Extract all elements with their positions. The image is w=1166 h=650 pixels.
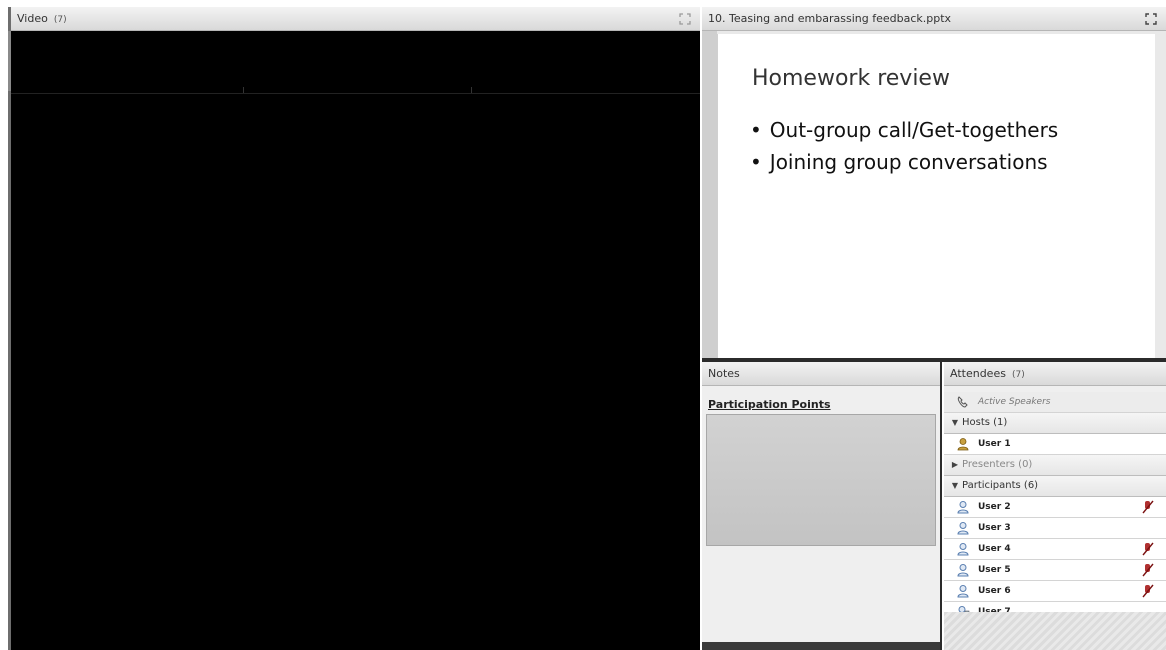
slide-heading: Homework review xyxy=(752,66,950,91)
slide: Homework review Out-group call/Get-toget… xyxy=(717,34,1155,360)
notes-text-area[interactable] xyxy=(706,414,936,546)
attendees-pod-header[interactable]: Attendees (7) xyxy=(944,362,1166,386)
fullscreen-icon[interactable] xyxy=(1144,12,1158,26)
group-presenters[interactable]: ▶ Presenters (0) xyxy=(944,455,1166,476)
mic-muted-icon xyxy=(1142,584,1154,598)
attendee-row[interactable]: User 3 xyxy=(944,518,1166,539)
attendee-list: Active Speakers ▼ Hosts (1) User 1 ▶ Prese… xyxy=(944,392,1166,623)
share-pod-header[interactable]: 10. Teasing and embarassing feedback.ppt… xyxy=(702,7,1166,31)
attendee-name: User 5 xyxy=(978,565,1011,575)
fullscreen-icon[interactable] xyxy=(678,12,692,26)
share-pod-title: 10. Teasing and embarassing feedback.ppt… xyxy=(708,12,952,25)
slide-bullet-list: Out-group call/Get-togethers Joining gro… xyxy=(750,118,1058,182)
attendee-row[interactable]: User 6 xyxy=(944,581,1166,602)
notes-pod: Notes Participation Points xyxy=(702,362,942,650)
attendee-list-empty-area xyxy=(944,612,1166,650)
group-hosts-label: Hosts (1) xyxy=(962,417,1008,428)
user-icon xyxy=(957,564,969,577)
attendee-name: User 3 xyxy=(978,523,1011,533)
video-pod-count: (7) xyxy=(53,15,67,25)
user-icon xyxy=(957,585,969,598)
video-pod-header[interactable]: Video (7) xyxy=(11,7,700,31)
attendee-name: User 4 xyxy=(978,544,1011,554)
share-pod: 10. Teasing and embarassing feedback.ppt… xyxy=(702,7,1166,361)
group-hosts[interactable]: ▼ Hosts (1) xyxy=(944,413,1166,434)
video-pod: Video (7) xyxy=(8,7,700,650)
group-participants[interactable]: ▼ Participants (6) xyxy=(944,476,1166,497)
group-participants-label: Participants (6) xyxy=(962,480,1039,491)
attendee-name: User 1 xyxy=(978,439,1011,449)
mic-muted-icon xyxy=(1142,542,1154,556)
video-tile-separator xyxy=(471,87,472,93)
attendee-name: User 6 xyxy=(978,586,1011,596)
slide-left-bar xyxy=(702,31,717,361)
notes-pod-title: Notes xyxy=(708,367,740,380)
active-speakers-label: Active Speakers xyxy=(978,397,1051,407)
attendee-row[interactable]: User 5 xyxy=(944,560,1166,581)
video-grid xyxy=(11,31,700,94)
slide-bullet: Joining group conversations xyxy=(750,150,1058,174)
attendee-row[interactable]: User 2 xyxy=(944,497,1166,518)
expanded-triangle-icon: ▼ xyxy=(951,418,959,427)
video-pod-title: Video xyxy=(17,12,48,25)
notes-pod-header[interactable]: Notes xyxy=(702,362,940,386)
user-icon xyxy=(957,543,969,556)
notes-bottom-bar xyxy=(702,642,940,650)
host-user-icon xyxy=(957,438,969,451)
mic-muted-icon xyxy=(1142,563,1154,577)
user-icon xyxy=(957,522,969,535)
collapsed-triangle-icon: ▶ xyxy=(951,460,959,469)
phone-speaker-icon xyxy=(957,396,968,408)
expanded-triangle-icon: ▼ xyxy=(951,481,959,490)
attendee-row[interactable]: User 1 xyxy=(944,434,1166,455)
user-icon xyxy=(957,501,969,514)
attendee-name: User 2 xyxy=(978,502,1011,512)
attendees-count: (7) xyxy=(1011,370,1025,380)
notes-heading: Participation Points xyxy=(708,398,831,411)
video-tile-separator xyxy=(243,87,244,93)
attendee-row[interactable]: User 4 xyxy=(944,539,1166,560)
group-presenters-label: Presenters (0) xyxy=(962,459,1033,470)
attendees-pod-title: Attendees xyxy=(950,367,1006,380)
mic-muted-icon xyxy=(1142,500,1154,514)
slide-area: Homework review Out-group call/Get-toget… xyxy=(702,31,1166,361)
slide-bullet: Out-group call/Get-togethers xyxy=(750,118,1058,142)
attendees-pod: Attendees (7) Active Speakers ▼ Hosts (1) … xyxy=(944,362,1166,650)
active-speakers-row: Active Speakers xyxy=(944,392,1166,413)
